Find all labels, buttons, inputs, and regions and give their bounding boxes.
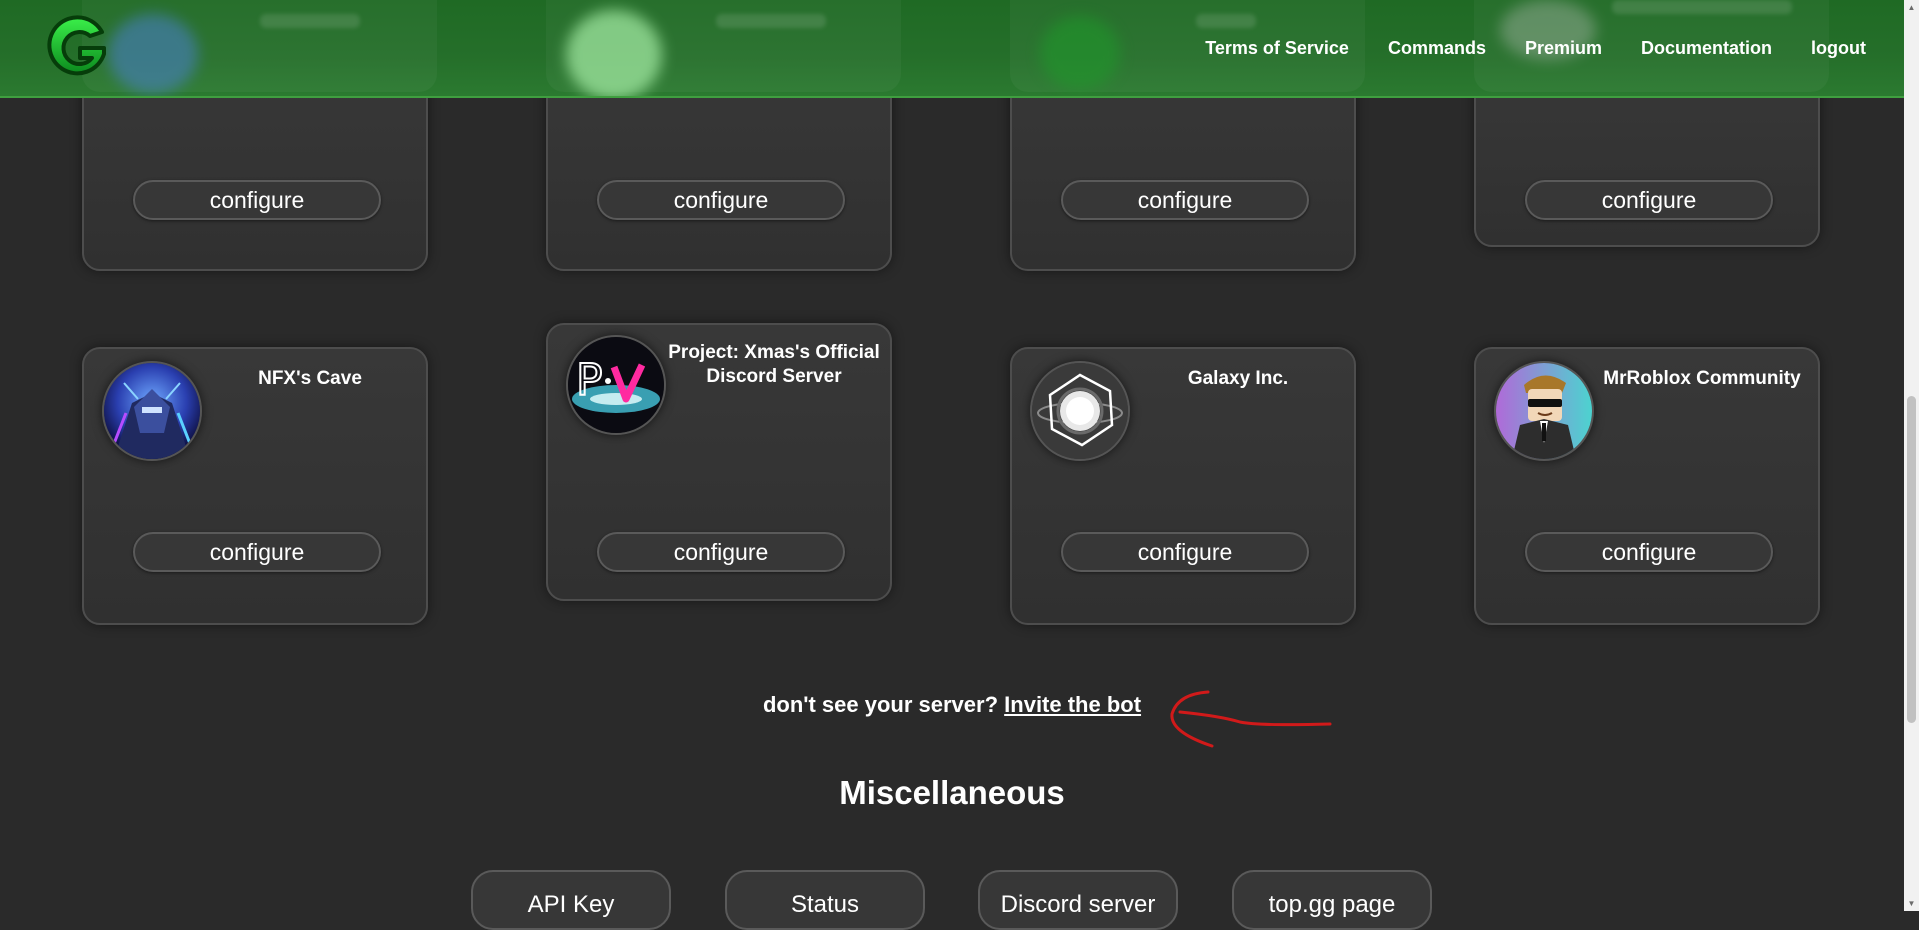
scroll-up-icon[interactable]: ▲ (1904, 0, 1919, 15)
configure-button[interactable]: configure (597, 532, 845, 572)
nav-terms-of-service[interactable]: Terms of Service (1205, 38, 1349, 59)
nav-commands[interactable]: Commands (1388, 38, 1486, 59)
configure-button[interactable]: configure (597, 180, 845, 220)
ghost-avatar (108, 14, 198, 94)
ghost-avatar (1040, 16, 1120, 90)
configure-button[interactable]: configure (1061, 532, 1309, 572)
server-name: Galaxy Inc. (1187, 368, 1289, 389)
invite-prompt-text: don't see your server? (762, 692, 999, 717)
api-key-button[interactable]: API Key (471, 870, 671, 930)
configure-button[interactable]: configure (133, 180, 381, 220)
server-avatar (1494, 361, 1594, 461)
ghost-text (260, 14, 360, 28)
red-arrow-annotation (1170, 690, 1332, 748)
nav-documentation[interactable]: Documentation (1641, 38, 1772, 59)
server-avatar (102, 361, 202, 461)
server-name: NFX's Cave (258, 368, 362, 389)
server-card-mrroblox-community: MrRoblox Community configure (1474, 347, 1820, 625)
server-name: Project: Xmas's Official Discord Server (668, 342, 880, 387)
server-avatar (1030, 361, 1130, 461)
page-scrollbar[interactable]: ▲ ▼ (1904, 0, 1919, 911)
top-nav-bar: Terms of Service Commands Premium Docume… (0, 0, 1904, 98)
invite-bot-link[interactable]: Invite the bot (1004, 692, 1141, 717)
section-title-miscellaneous: Miscellaneous (839, 774, 1065, 811)
topgg-page-button[interactable]: top.gg page (1232, 870, 1432, 930)
invite-prompt: don't see your server? Invite the bot (0, 692, 1904, 718)
ghost-avatar (566, 10, 662, 96)
server-card-nfxs-cave: NFX's Cave configure (82, 347, 428, 625)
svg-text:P: P (576, 355, 603, 406)
nav-premium[interactable]: Premium (1525, 38, 1602, 59)
server-avatar: P (566, 335, 666, 435)
ghost-text (1612, 0, 1792, 14)
discord-server-button[interactable]: Discord server (978, 870, 1178, 930)
status-button[interactable]: Status (725, 870, 925, 930)
server-card-galaxy-inc: Galaxy Inc. configure (1010, 347, 1356, 625)
main-nav: Terms of Service Commands Premium Docume… (1205, 38, 1904, 59)
server-name: MrRoblox Community (1603, 368, 1801, 389)
ghost-text (716, 14, 826, 28)
nav-logout[interactable]: logout (1811, 38, 1866, 59)
g-logo-icon[interactable] (40, 10, 116, 86)
configure-button[interactable]: configure (1525, 532, 1773, 572)
server-card-project-xmas: P Project: Xmas's Official Discord Serve… (546, 323, 892, 601)
scroll-thumb[interactable] (1907, 396, 1916, 723)
configure-button[interactable]: configure (1061, 180, 1309, 220)
configure-button[interactable]: configure (133, 532, 381, 572)
configure-button[interactable]: configure (1525, 180, 1773, 220)
ghost-text (1196, 14, 1256, 28)
scroll-down-icon[interactable]: ▼ (1904, 896, 1919, 911)
